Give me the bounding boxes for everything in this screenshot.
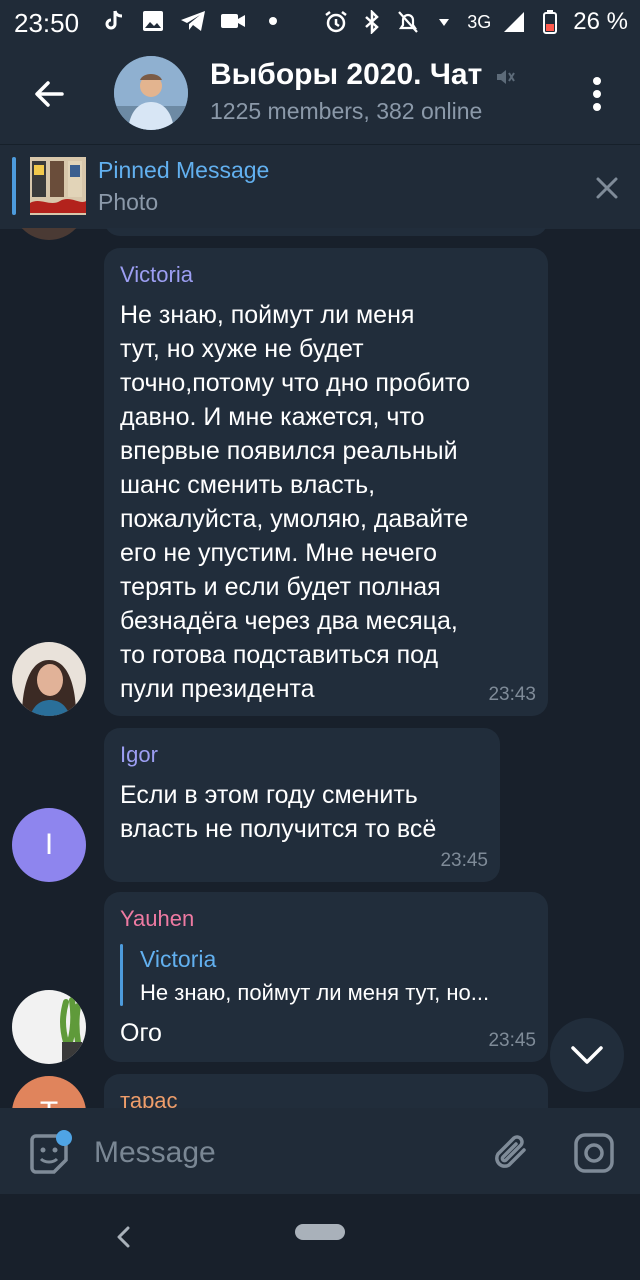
muted-icon (494, 66, 516, 88)
message-bubble[interactable]: Yauhen Victoria Не знаю, поймут ли меня … (104, 892, 548, 1062)
pinned-indicator-bar (12, 157, 16, 215)
network-type: 3G (467, 11, 492, 32)
message-line: Если в этом году сменить (120, 781, 418, 809)
message-line: его не упустим. Мне нечего (120, 539, 437, 567)
pinned-close-button[interactable] (592, 173, 622, 203)
chat-subtitle: 1225 members, 382 online (210, 98, 483, 124)
battery-level: 26 % (573, 8, 628, 35)
tiktok-icon (100, 8, 126, 34)
scroll-to-bottom-button[interactable] (550, 1018, 624, 1092)
back-arrow-icon (35, 81, 64, 107)
avatar-taras[interactable]: Т (12, 1076, 86, 1108)
status-bar: 23:50 3G 26 % (0, 0, 640, 44)
message-line: безнадёга через два месяца, (120, 607, 458, 635)
gallery-icon (140, 8, 166, 34)
pinned-title: Pinned Message (98, 157, 270, 183)
message-line: точно,потому что дно пробито (120, 369, 471, 397)
instagram-camera-button[interactable] (572, 1130, 616, 1176)
reply-indicator-bar (120, 944, 123, 1006)
message-bubble-partial[interactable] (104, 228, 548, 236)
message-time: 23:45 (440, 850, 488, 871)
message-line: власть не получится то всё (120, 815, 437, 843)
chevron-down-icon (571, 1046, 603, 1064)
message-time: 23:45 (488, 1030, 536, 1051)
status-time: 23:50 (14, 8, 80, 38)
close-icon (596, 177, 618, 199)
avatar-partial[interactable] (12, 228, 86, 240)
reply-text[interactable]: Не знаю, поймут ли меня тут, но... (140, 980, 489, 1006)
message-line: впервые появился реальный (120, 437, 458, 465)
chevron-left-icon (117, 1226, 130, 1248)
back-button[interactable] (26, 72, 74, 116)
message-line: тут, но хуже не будет (120, 335, 364, 363)
wifi-icon (431, 9, 457, 35)
sticker-notification-dot (56, 1130, 72, 1146)
more-vert-icon (593, 77, 601, 111)
attach-button[interactable] (490, 1130, 534, 1176)
message-list[interactable]: Victoria Не знаю, поймут ли меня тут, но… (0, 228, 640, 1108)
telegram-icon (180, 8, 206, 34)
message-line: терять и если будет полная (120, 573, 441, 601)
home-pill-button[interactable] (295, 1224, 345, 1240)
dot-icon (260, 8, 286, 34)
message-line: Не знаю, поймут ли меня (120, 301, 415, 329)
message-text: Не знаю, поймут ли меня тут, но хуже не … (120, 298, 540, 706)
paperclip-icon (495, 1135, 526, 1168)
chat-header: Выборы 2020. Чат 1225 members, 382 onlin… (0, 44, 640, 144)
avatar-letter: I (44, 828, 54, 861)
message-text: Ого (120, 1019, 162, 1047)
avatar-igor[interactable]: I (12, 808, 86, 882)
message-input[interactable] (92, 1128, 476, 1178)
message-bubble[interactable]: Igor Если в этом году сменить власть не … (104, 728, 500, 882)
message-sender[interactable]: Yauhen (120, 906, 194, 932)
message-line: пули президента (120, 675, 315, 703)
message-line: пожалуйста, умоляю, давайте (120, 505, 469, 533)
avatar-yauhen[interactable] (12, 990, 86, 1064)
battery-icon (537, 9, 563, 35)
message-line: шанс сменить власть, (120, 471, 376, 499)
more-menu-button[interactable] (580, 72, 614, 116)
camera-icon (574, 1133, 614, 1173)
system-back-button[interactable] (110, 1222, 136, 1252)
message-time: 23:43 (488, 684, 536, 705)
pinned-photo-thumbnail (30, 157, 86, 215)
pinned-subtitle: Photo (98, 189, 159, 215)
chat-title[interactable]: Выборы 2020. Чат (210, 58, 482, 92)
bluetooth-icon (359, 9, 385, 35)
message-sender[interactable]: тарас (120, 1088, 178, 1108)
message-sender[interactable]: Victoria (120, 262, 193, 288)
chat-avatar[interactable] (114, 56, 188, 130)
mute-bell-icon (395, 9, 421, 35)
video-icon (220, 8, 246, 34)
message-bubble[interactable]: тарас (104, 1074, 548, 1108)
pinned-message[interactable]: Pinned Message Photo (0, 144, 640, 229)
message-line: то готова подставиться под (120, 641, 439, 669)
avatar-letter: Т (40, 1096, 58, 1108)
message-sender[interactable]: Igor (120, 742, 158, 768)
message-line: давно. И мне кажется, что (120, 403, 425, 431)
reply-sender[interactable]: Victoria (140, 946, 216, 973)
alarm-icon (323, 9, 349, 35)
avatar-victoria[interactable] (12, 642, 86, 716)
message-bubble[interactable]: Victoria Не знаю, поймут ли меня тут, но… (104, 248, 548, 716)
message-text: Если в этом году сменить власть не получ… (120, 778, 500, 846)
message-composer (0, 1108, 640, 1194)
signal-icon (501, 9, 527, 35)
system-navigation-bar (0, 1194, 640, 1280)
